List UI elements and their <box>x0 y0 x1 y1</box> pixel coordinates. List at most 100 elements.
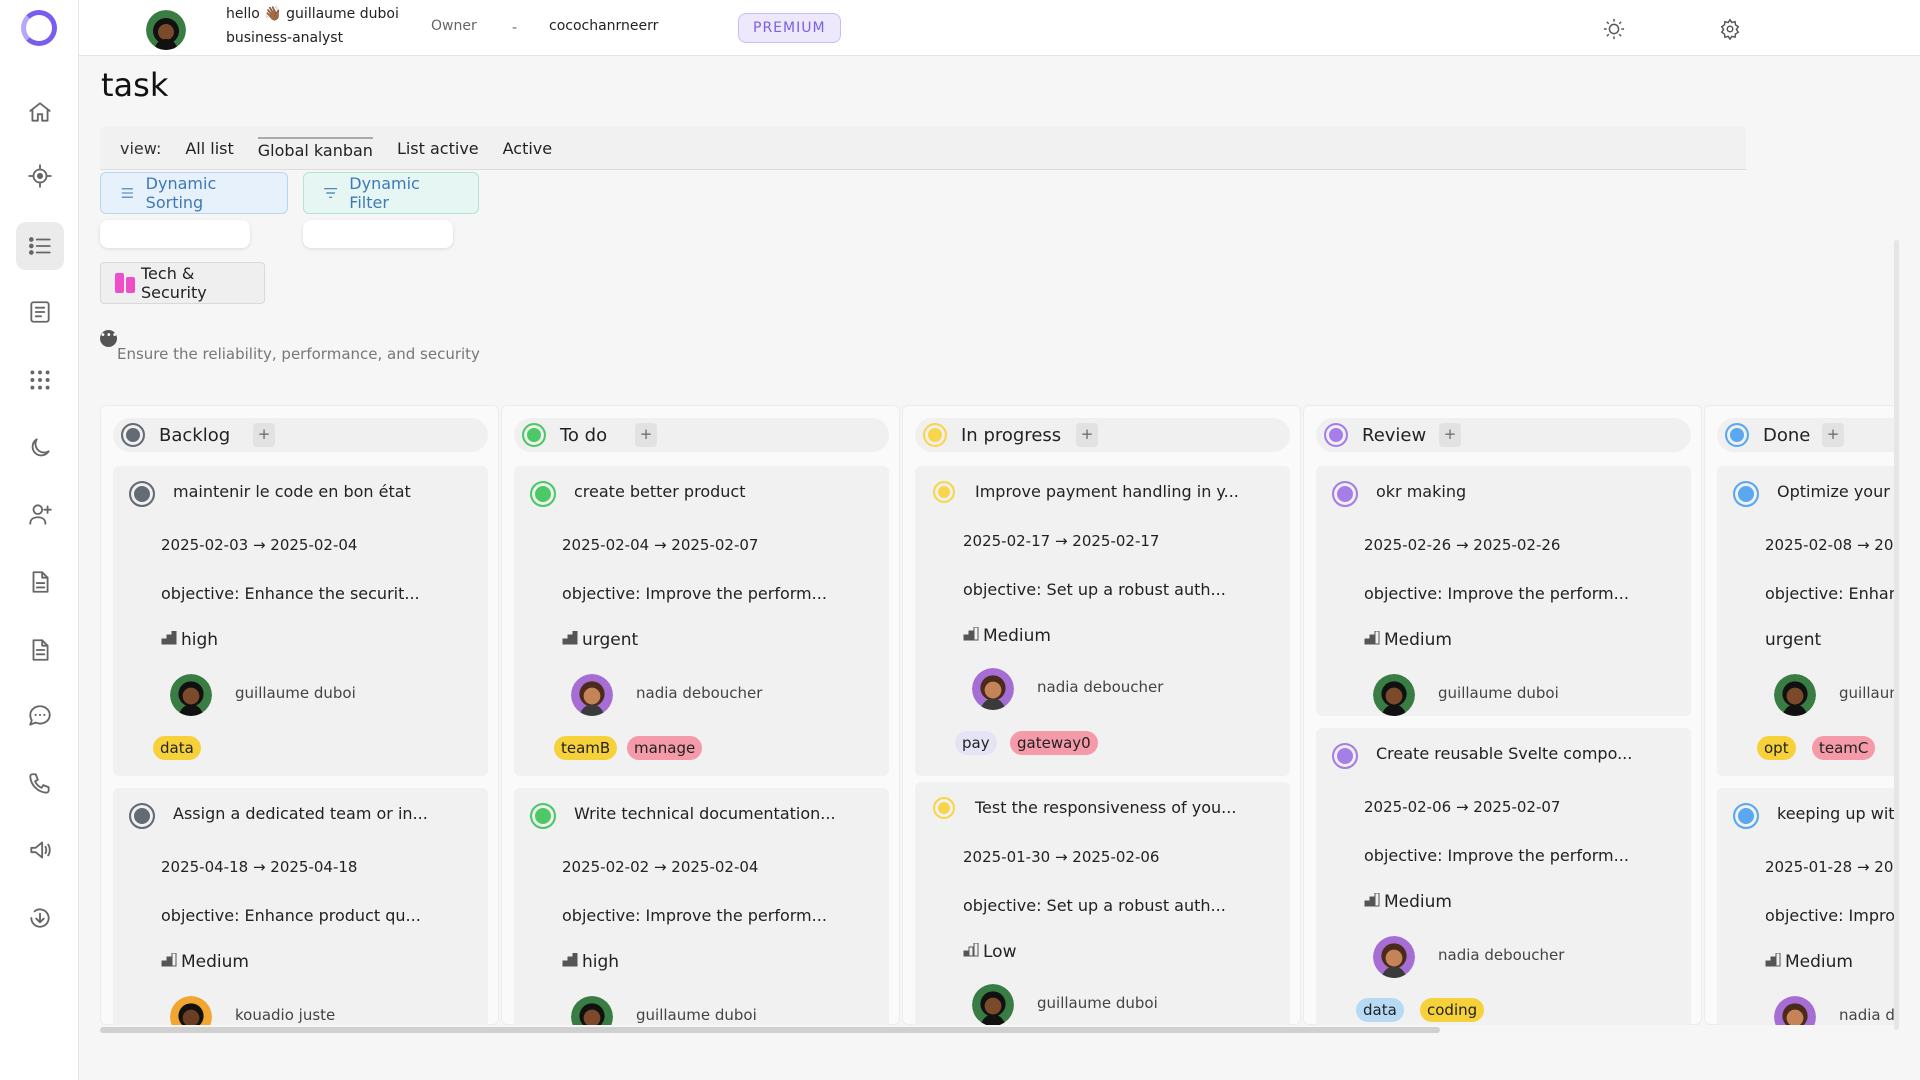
user-avatar[interactable] <box>146 10 186 50</box>
file-text-icon[interactable] <box>16 626 64 674</box>
task-dates: 2025-01-28 → 202 <box>1765 858 1896 876</box>
priority-signal-icon <box>963 626 979 646</box>
assignee-name: guillaume duboi <box>636 1006 757 1024</box>
task-status-icon[interactable] <box>1332 481 1358 507</box>
start-date: 2025-01-30 <box>963 848 1051 866</box>
file-icon[interactable] <box>16 558 64 606</box>
vertical-scrollbar[interactable] <box>1894 240 1899 1030</box>
task-title: create better product <box>574 482 746 501</box>
assignee-avatar[interactable] <box>1774 996 1816 1025</box>
view-tabs-bar: view: All list Global kanban List active… <box>100 126 1746 170</box>
phone-icon[interactable] <box>16 760 64 808</box>
gear-icon[interactable] <box>1719 18 1741 41</box>
assignee-avatar[interactable] <box>170 674 212 716</box>
end-date: 2025-02-26 <box>1473 536 1561 554</box>
tab-all-list[interactable]: All list <box>185 139 233 158</box>
home-icon[interactable] <box>16 88 64 136</box>
filter-label: Dynamic Filter <box>349 174 420 212</box>
task-status-icon[interactable] <box>530 481 556 507</box>
assignee-name: guillaume duboi <box>235 684 356 702</box>
task-tag[interactable]: manage <box>627 736 703 760</box>
task-tag[interactable]: data <box>1356 998 1404 1022</box>
add-task-button[interactable]: + <box>1076 423 1098 447</box>
arrow-right-icon: → <box>1050 532 1073 550</box>
app-logo-icon[interactable] <box>21 10 57 46</box>
team-name[interactable]: cocochanrneerr <box>549 18 658 34</box>
tab-global-kanban[interactable]: Global kanban <box>257 136 373 160</box>
task-card[interactable]: Test the responsiveness of you... 2025-01… <box>915 782 1290 1025</box>
add-task-button[interactable]: + <box>635 423 657 447</box>
task-dates: 2025-02-08 → 202 <box>1765 536 1896 554</box>
task-tag[interactable]: pay <box>955 731 997 755</box>
task-card[interactable]: create better product 2025-02-04 → 2025-0… <box>514 466 889 776</box>
dynamic-filter-button[interactable]: Dynamic Filter <box>303 172 479 214</box>
horizontal-scrollbar[interactable] <box>100 1027 1440 1033</box>
premium-badge[interactable]: PREMIUM <box>738 13 841 43</box>
assignee-avatar[interactable] <box>972 984 1014 1025</box>
greeting-text: hello 👋🏾 guillaume duboi <box>226 6 399 22</box>
user-plus-icon[interactable] <box>16 490 64 538</box>
assignee-name: guillaum <box>1839 684 1896 702</box>
task-status-icon[interactable] <box>1733 803 1759 829</box>
list-icon[interactable] <box>16 222 64 270</box>
task-dates: 2025-02-04 → 2025-02-07 <box>562 536 758 554</box>
task-card[interactable]: keeping up with 2025-01-28 → 202 objective… <box>1717 788 1896 1025</box>
tab-list-active[interactable]: List active <box>397 139 479 158</box>
document-icon[interactable] <box>16 288 64 336</box>
download-icon[interactable] <box>16 894 64 942</box>
priority-label: urgent <box>582 630 639 650</box>
task-title: Optimize your da <box>1777 482 1896 501</box>
task-status-icon[interactable] <box>129 481 155 507</box>
apps-icon[interactable] <box>16 356 64 404</box>
task-status-icon[interactable] <box>933 481 955 503</box>
task-tag[interactable]: gateway0 <box>1010 731 1098 755</box>
assignee-avatar[interactable] <box>170 996 212 1025</box>
view-label: view: <box>120 138 162 158</box>
task-tag[interactable]: coding <box>1420 998 1485 1022</box>
chat-icon[interactable] <box>16 692 64 740</box>
task-tag[interactable]: teamB <box>554 736 618 760</box>
task-status-icon[interactable] <box>933 797 955 819</box>
task-card[interactable]: maintenir le code en bon état 2025-02-03 … <box>113 466 488 776</box>
assignee-name: nadia deboucher <box>1037 678 1164 696</box>
top-header: hello 👋🏾 guillaume duboi business-analys… <box>79 0 1920 56</box>
add-task-button[interactable]: + <box>1822 423 1844 447</box>
task-card[interactable]: Improve payment handling in y... 2025-02-… <box>915 466 1290 776</box>
target-icon[interactable] <box>16 152 64 200</box>
kanban-column-in-progress: In progress + Improve payment handling in … <box>902 405 1301 1025</box>
add-task-button[interactable]: + <box>253 423 275 447</box>
task-priority: Medium <box>1364 892 1452 912</box>
assignee-avatar[interactable] <box>972 668 1014 710</box>
task-status-icon[interactable] <box>1332 743 1358 769</box>
sorting-dropdown[interactable] <box>100 220 250 248</box>
task-card[interactable]: Create reusable Svelte compo... 2025-02-0… <box>1316 728 1691 1025</box>
megaphone-icon[interactable] <box>16 826 64 874</box>
task-status-icon[interactable] <box>1733 481 1759 507</box>
tab-active[interactable]: Active <box>503 139 553 158</box>
project-name: Tech & Security <box>141 264 207 302</box>
task-card[interactable]: Assign a dedicated team or in... 2025-04-… <box>113 788 488 1025</box>
add-task-button[interactable]: + <box>1439 423 1461 447</box>
assignee-avatar[interactable] <box>571 674 613 716</box>
task-title: Test the responsiveness of you... <box>975 798 1237 817</box>
task-card[interactable]: Optimize your da 2025-02-08 → 202 objectiv… <box>1717 466 1896 776</box>
filter-dropdown[interactable] <box>303 220 453 248</box>
task-card[interactable]: Write technical documentation... 2025-02-… <box>514 788 889 1025</box>
task-card[interactable]: okr making 2025-02-26 → 2025-02-26 objecti… <box>1316 466 1691 716</box>
task-tag[interactable]: opt <box>1757 736 1796 760</box>
status-circle-icon <box>923 423 947 447</box>
task-tag[interactable]: teamC <box>1812 736 1876 760</box>
moon-icon[interactable] <box>16 424 64 472</box>
task-title: maintenir le code en bon état <box>173 482 411 501</box>
assignee-avatar[interactable] <box>571 996 613 1025</box>
task-status-icon[interactable] <box>129 803 155 829</box>
assignee-avatar[interactable] <box>1373 936 1415 978</box>
task-tag[interactable]: data <box>153 736 201 760</box>
task-status-icon[interactable] <box>530 803 556 829</box>
column-title: Done <box>1763 425 1811 446</box>
assignee-avatar[interactable] <box>1774 674 1816 716</box>
assignee-avatar[interactable] <box>1373 674 1415 716</box>
sun-icon[interactable] <box>1603 18 1625 40</box>
dynamic-sorting-button[interactable]: Dynamic Sorting <box>100 172 288 214</box>
project-chip[interactable]: Tech & Security <box>100 262 265 304</box>
